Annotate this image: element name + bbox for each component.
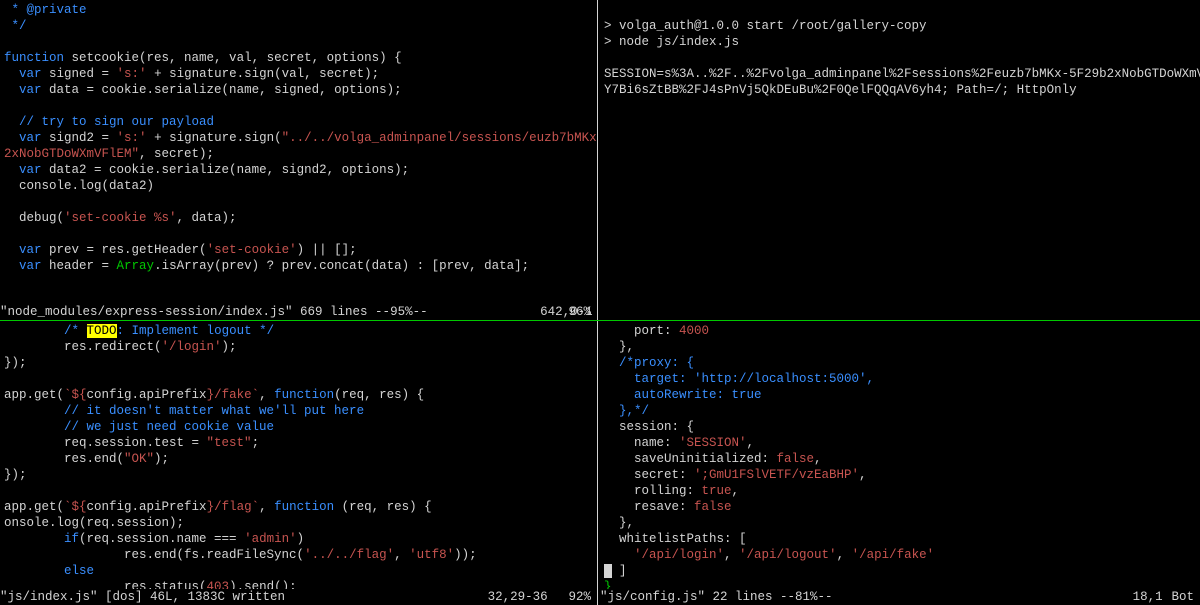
cursor	[604, 564, 612, 578]
code-bottom-right: port: 4000 }, /*proxy: { target: 'http:/…	[600, 321, 1200, 605]
terminal-output: > volga_auth@1.0.0 start /root/gallery-c…	[600, 0, 1200, 100]
code-bottom-left: /* TODO: Implement logout */ res.redirec…	[0, 321, 597, 605]
status-bottom-right: "js/config.js" 22 lines --81%-- 18,1 Bot	[600, 589, 1200, 605]
pane-bottom-left[interactable]: /* TODO: Implement logout */ res.redirec…	[0, 321, 597, 605]
status-bottom-left: "js/index.js" [dos] 46L, 1383C written 3…	[0, 589, 597, 605]
code-top-left: * @private */ function setcookie(res, na…	[0, 0, 597, 276]
pane-bottom-right[interactable]: port: 4000 }, /*proxy: { target: 'http:/…	[600, 321, 1200, 605]
pane-top-left[interactable]: * @private */ function setcookie(res, na…	[0, 0, 597, 320]
status-top-left: "node_modules/express-session/index.js" …	[0, 304, 597, 320]
vertical-split	[597, 0, 598, 605]
todo-highlight: TODO	[87, 324, 117, 338]
pane-top-right[interactable]: > volga_auth@1.0.0 start /root/gallery-c…	[600, 0, 1200, 320]
doc-private: * @private	[4, 3, 87, 17]
